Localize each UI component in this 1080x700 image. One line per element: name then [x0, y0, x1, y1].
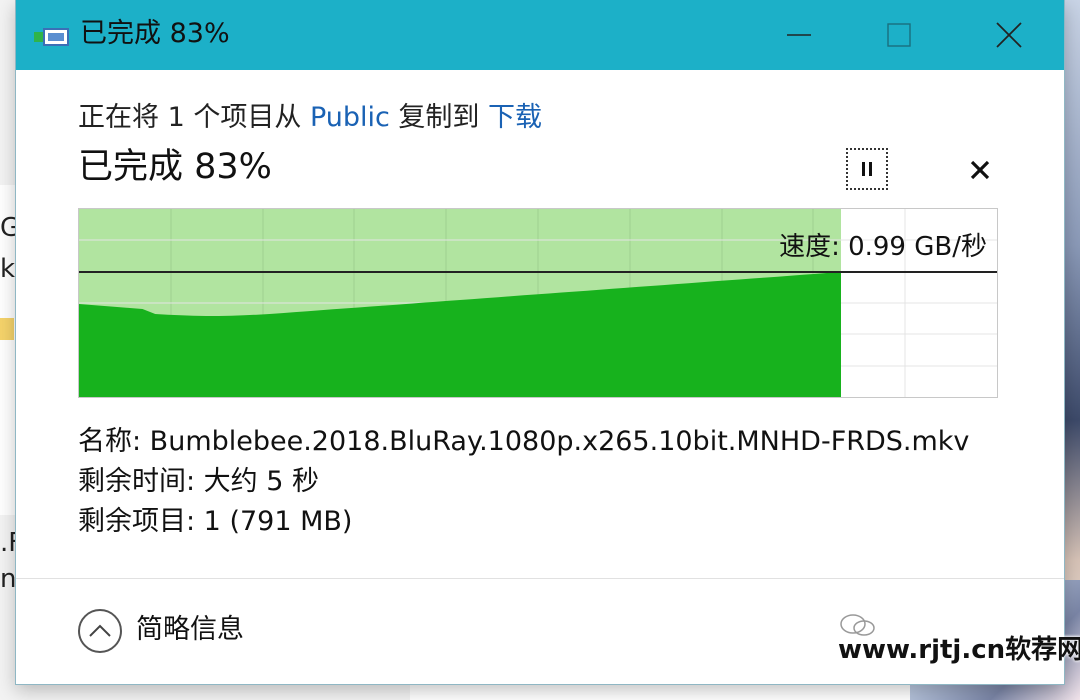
file-copy-dialog: 已完成 83% 正在将 1 个项目从 Public 复制到 下载 已完成 83% — [16, 0, 1064, 684]
destination-folder-link[interactable]: 下载 — [488, 102, 542, 133]
close-icon — [996, 22, 1022, 48]
items-remaining: 剩余项目: 1 (791 MB) — [78, 506, 353, 537]
pause-icon — [862, 162, 872, 176]
copy-middle: 复制到 — [389, 102, 489, 133]
pause-button[interactable] — [846, 148, 888, 190]
background-text-fragment: n — [0, 564, 17, 594]
window-title: 已完成 83% — [80, 18, 230, 49]
chevron-up-icon — [89, 624, 111, 637]
dialog-footer: 简略信息 — [16, 579, 1064, 684]
copy-prefix: 正在将 1 个项目从 — [78, 102, 310, 133]
time-remaining: 剩余时间: 大约 5 秒 — [78, 466, 320, 497]
cancel-button[interactable] — [960, 150, 1000, 190]
close-icon — [970, 160, 990, 180]
transfer-speed-graph: 速度: 0.99 GB/秒 — [78, 208, 998, 398]
source-folder-link[interactable]: Public — [310, 102, 390, 133]
background-window-fragment — [410, 684, 910, 700]
title-bar[interactable]: 已完成 83% — [16, 0, 1064, 70]
maximize-button[interactable] — [844, 0, 954, 70]
file-copy-icon — [34, 28, 69, 46]
close-window-button[interactable] — [954, 0, 1064, 70]
speed-label: 速度: 0.99 GB/秒 — [779, 232, 987, 262]
background-folder-icon — [0, 318, 14, 340]
minimize-icon — [787, 34, 811, 36]
copy-description: 正在将 1 个项目从 Public 复制到 下载 — [78, 100, 542, 136]
progress-title: 已完成 83% — [78, 147, 272, 187]
minimize-button[interactable] — [744, 0, 854, 70]
less-details-label[interactable]: 简略信息 — [136, 612, 244, 648]
background-text-fragment: k — [0, 254, 16, 284]
less-details-button[interactable] — [78, 609, 122, 653]
watermark: www.rjtj.cn软荐网 — [838, 635, 1080, 665]
file-name: 名称: Bumblebee.2018.BluRay.1080p.x265.10b… — [78, 426, 970, 457]
maximize-icon — [887, 23, 911, 47]
